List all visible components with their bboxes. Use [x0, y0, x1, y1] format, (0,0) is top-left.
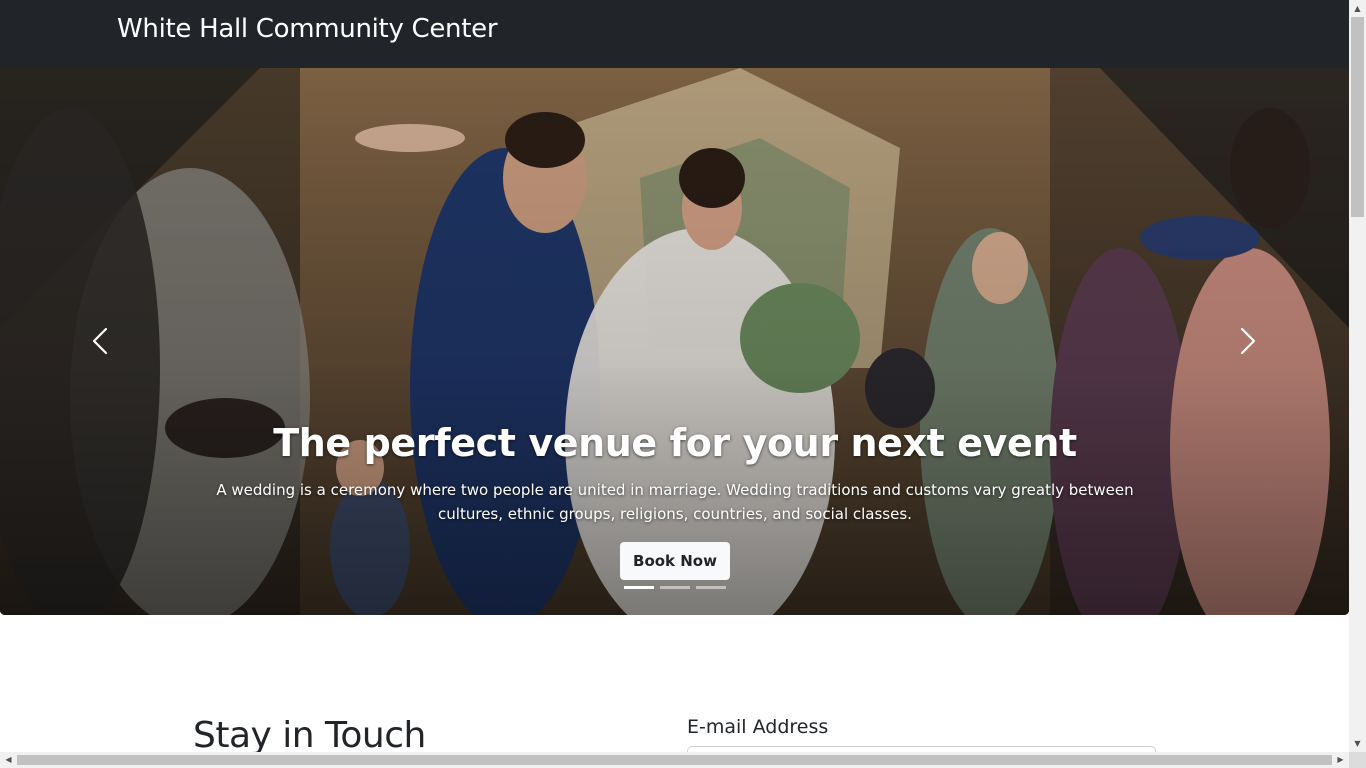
carousel-indicator-1[interactable] — [624, 586, 654, 589]
brand-link[interactable]: White Hall Community Center — [117, 14, 498, 44]
email-label: E-mail Address — [687, 716, 829, 738]
hero-title: The perfect venue for your next event — [273, 421, 1077, 465]
carousel-caption: The perfect venue for your next event A … — [180, 416, 1170, 580]
hero-text: A wedding is a ceremony where two people… — [216, 481, 1134, 523]
scrollbar-corner — [1349, 752, 1366, 768]
vertical-scrollbar[interactable]: ▲ ▼ — [1349, 0, 1366, 752]
newsletter-heading: Stay in Touch — [193, 715, 426, 756]
vertical-scroll-thumb[interactable] — [1351, 17, 1364, 217]
horizontal-scrollbar[interactable]: ◀ ▶ — [0, 752, 1349, 768]
chevron-left-icon — [92, 327, 108, 355]
navbar: White Hall Community Center — [0, 0, 1349, 68]
horizontal-scroll-thumb[interactable] — [17, 755, 1332, 765]
carousel-indicator-2[interactable] — [660, 586, 690, 589]
book-now-button[interactable]: Book Now — [620, 542, 730, 580]
chevron-right-icon — [1240, 327, 1256, 355]
scroll-left-icon[interactable]: ◀ — [0, 752, 17, 768]
carousel-indicators — [624, 586, 726, 589]
scroll-down-icon[interactable]: ▼ — [1349, 735, 1366, 752]
scroll-up-icon[interactable]: ▲ — [1349, 0, 1366, 17]
hero-carousel: The perfect venue for your next event A … — [0, 68, 1349, 615]
carousel-next-button[interactable] — [1232, 326, 1262, 356]
scroll-right-icon[interactable]: ▶ — [1332, 752, 1349, 768]
carousel-indicator-3[interactable] — [696, 586, 726, 589]
carousel-prev-button[interactable] — [86, 326, 116, 356]
